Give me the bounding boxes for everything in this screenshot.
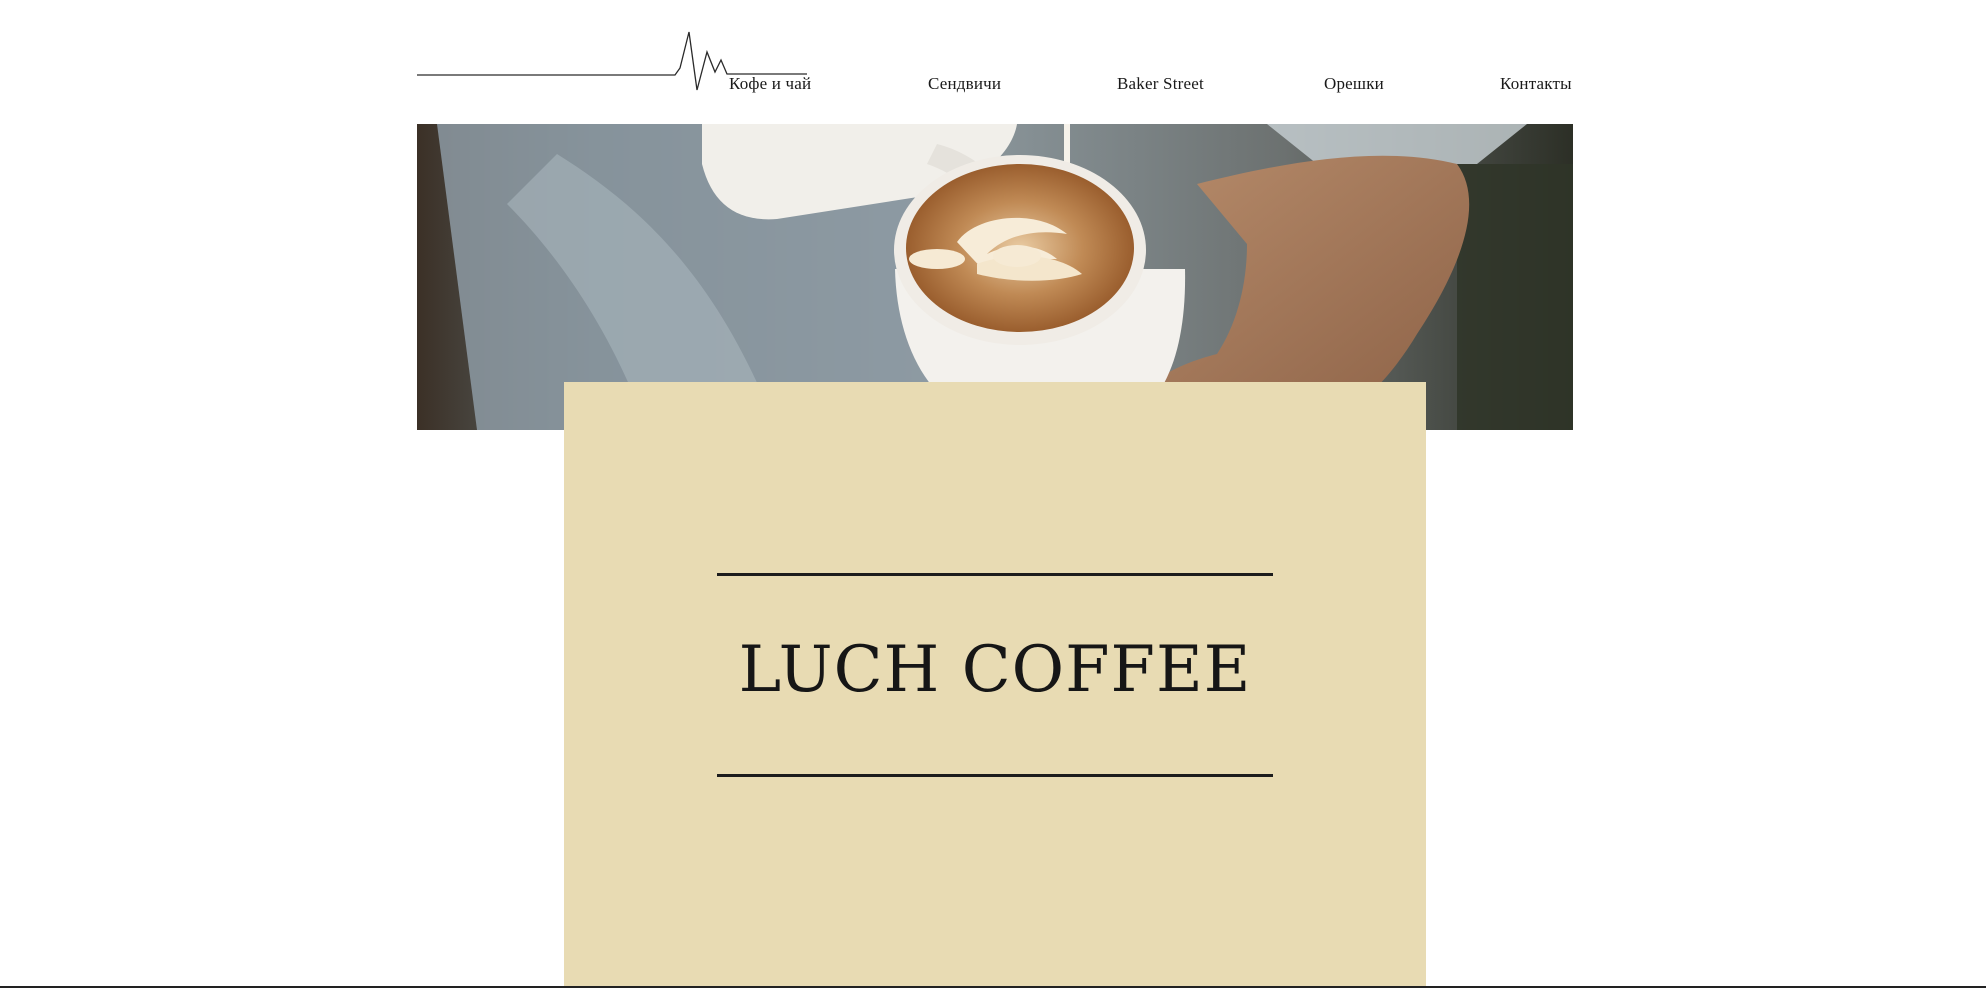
nav-item-coffee-and-tea[interactable]: Кофе и чай (729, 74, 811, 94)
nav-item-contacts[interactable]: Контакты (1500, 74, 1572, 94)
brand-title: LUCH COFFEE (738, 633, 1252, 707)
nav-item-nuts[interactable]: Орешки (1324, 74, 1384, 94)
nav-item-sandwiches[interactable]: Сендвичи (928, 74, 1001, 94)
title-bottom-rule (717, 774, 1273, 777)
site-header: Кофе и чай Сендвичи Baker Street Орешки … (0, 0, 1986, 124)
title-top-rule (717, 573, 1273, 576)
nav-item-baker-street[interactable]: Baker Street (1117, 74, 1204, 94)
title-card: LUCH COFFEE (564, 382, 1426, 988)
